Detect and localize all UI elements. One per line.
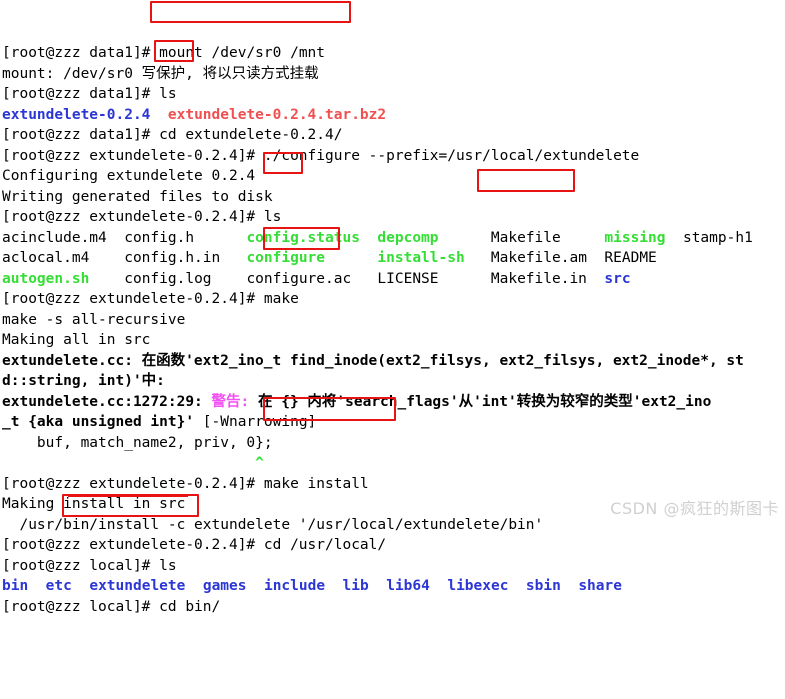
- terminal-text: lib64: [386, 578, 430, 594]
- terminal-text: [root@zzz data1]#: [2, 86, 160, 102]
- terminal-text: 警告:: [211, 393, 250, 410]
- terminal-text: aclocal.m4 config.h.in: [2, 250, 247, 266]
- terminal-line: [root@zzz extundelete-0.2.4]# ls: [0, 207, 785, 228]
- terminal-text: make install: [263, 475, 369, 492]
- terminal-line: [root@zzz extundelete-0.2.4]# make: [0, 289, 785, 310]
- terminal-text: extundelete.cc:1272:29:: [2, 393, 212, 410]
- terminal-text: mount /dev/sr0 /mnt: [159, 45, 326, 61]
- terminal-line: [root@zzz local]# cd bin/: [0, 597, 785, 618]
- terminal-text: config.log configure.ac LICENSE Makefile…: [89, 270, 605, 287]
- terminal-line: [root@zzz data1]# ls: [0, 84, 785, 105]
- terminal-line: mount: /dev/sr0 写保护, 将以只读方式挂载: [0, 64, 785, 85]
- terminal-text: configure: [246, 250, 326, 266]
- terminal-line: aclocal.m4 config.h.in configure install…: [0, 248, 785, 269]
- terminal-text: libexec: [447, 578, 509, 594]
- terminal-text: depcomp: [377, 229, 439, 246]
- terminal-text: Configuring extundelete 0.2.4: [2, 168, 256, 184]
- terminal-text: Writing generated files to disk: [2, 188, 273, 205]
- terminal-text: Making install in src: [2, 496, 186, 512]
- terminal-text: [root@zzz extundelete-0.2.4]# cd /usr/lo…: [2, 537, 387, 553]
- terminal-line: [root@zzz local]# ls: [0, 556, 785, 577]
- terminal-text: extundelete-0.2.4: [2, 106, 151, 123]
- terminal-line: _t {aka unsigned int}' [-Wnarrowing]: [0, 412, 785, 433]
- terminal-line: extundelete.cc: 在函数'ext2_ino_t find_inod…: [0, 351, 785, 372]
- terminal-line: extundelete-0.2.4 extundelete-0.2.4.tar.…: [0, 105, 785, 126]
- terminal-line: [root@zzz extundelete-0.2.4]# ./configur…: [0, 146, 785, 167]
- terminal-line: Writing generated files to disk: [0, 187, 785, 208]
- terminal-window[interactable]: [root@zzz data1]# mount /dev/sr0 /mnt mou…: [0, 0, 785, 615]
- terminal-line: [root@zzz data1]# cd extundelete-0.2.4/: [0, 125, 785, 146]
- terminal-text: extundelete-0.2.4.tar.bz2: [167, 106, 387, 123]
- terminal-line: autogen.sh config.log configure.ac LICEN…: [0, 269, 785, 290]
- terminal-text: d::string, int)'中:: [2, 373, 165, 389]
- terminal-line: d::string, int)'中:: [0, 371, 785, 392]
- terminal-text: include: [263, 578, 326, 594]
- terminal-text: etc: [45, 578, 72, 594]
- terminal-text: [root@zzz local]# cd bin/: [2, 598, 221, 615]
- terminal-line: acinclude.m4 config.h config.status depc…: [0, 228, 785, 249]
- terminal-line: bin etc extundelete games include lib li…: [0, 576, 785, 597]
- terminal-text: Making all in src: [2, 332, 151, 348]
- terminal-text: buf, match_name2, priv, 0};: [2, 434, 273, 451]
- terminal-text: config.status: [246, 229, 360, 246]
- terminal-text: _t {aka unsigned int}': [2, 414, 195, 430]
- terminal-text: bin: [2, 578, 29, 594]
- terminal-text: extundelete.cc:: [2, 352, 142, 369]
- terminal-text: make -s all-recursive: [2, 311, 186, 328]
- terminal-line: [root@zzz extundelete-0.2.4]# cd /usr/lo…: [0, 535, 785, 556]
- terminal-text: ls: [263, 209, 282, 225]
- terminal-text: Makefile.am README: [464, 250, 657, 266]
- terminal-text: ls: [159, 86, 177, 102]
- terminal-text: 在 {} 内将'search_flags'从'int'转换为较窄的类型'ext2…: [249, 393, 712, 410]
- terminal-text: ^: [2, 455, 264, 471]
- terminal-text: acinclude.m4 config.h: [2, 229, 247, 246]
- terminal-text: autogen.sh: [2, 270, 90, 287]
- terminal-line: Configuring extundelete 0.2.4: [0, 166, 785, 187]
- terminal-line: [root@zzz extundelete-0.2.4]# make insta…: [0, 474, 785, 495]
- terminal-text: [root@zzz data1]# cd extundelete-0.2.4/: [2, 127, 343, 143]
- terminal-text: mount: /dev/sr0 写保护, 将以只读方式挂载: [2, 65, 319, 82]
- terminal-text: [-Wnarrowing]: [194, 414, 317, 430]
- terminal-text: missing: [604, 229, 666, 246]
- terminal-text: share: [578, 578, 622, 594]
- terminal-output: [root@zzz data1]# mount /dev/sr0 /mnt mou…: [0, 43, 785, 617]
- highlight-mount-command: [150, 1, 351, 23]
- terminal-line: ^: [0, 453, 785, 474]
- terminal-line: extundelete.cc:1272:29: 警告: 在 {} 内将'sear…: [0, 392, 785, 413]
- terminal-line: Making all in src: [0, 330, 785, 351]
- terminal-text: make: [263, 291, 299, 307]
- terminal-text: [root@zzz extundelete-0.2.4]# ./configur…: [2, 147, 640, 164]
- terminal-text: Makefile: [438, 229, 605, 246]
- terminal-text: lib: [342, 578, 369, 594]
- terminal-text: [root@zzz local]# ls: [2, 557, 177, 574]
- terminal-line: buf, match_name2, priv, 0};: [0, 433, 785, 454]
- terminal-text: [root@zzz extundelete-0.2.4]#: [2, 475, 264, 492]
- terminal-line: make -s all-recursive: [0, 310, 785, 331]
- terminal-text: [root@zzz data1]#: [2, 45, 160, 61]
- terminal-line: [root@zzz data1]# mount /dev/sr0 /mnt: [0, 43, 785, 64]
- csdn-watermark: CSDN @疯狂的斯图卡: [610, 498, 779, 518]
- terminal-text: games: [202, 578, 247, 594]
- terminal-text: stamp-h1: [665, 229, 753, 246]
- terminal-text: 在函数'ext2_ino_t find_inode(ext2_filsys, e…: [141, 352, 744, 369]
- terminal-text: extundelete: [89, 578, 186, 594]
- terminal-text: install-sh: [377, 250, 465, 266]
- terminal-text: [root@zzz extundelete-0.2.4]#: [2, 291, 264, 307]
- terminal-text: sbin: [525, 578, 561, 594]
- terminal-text: [root@zzz extundelete-0.2.4]#: [2, 209, 264, 225]
- terminal-text: src: [604, 270, 631, 287]
